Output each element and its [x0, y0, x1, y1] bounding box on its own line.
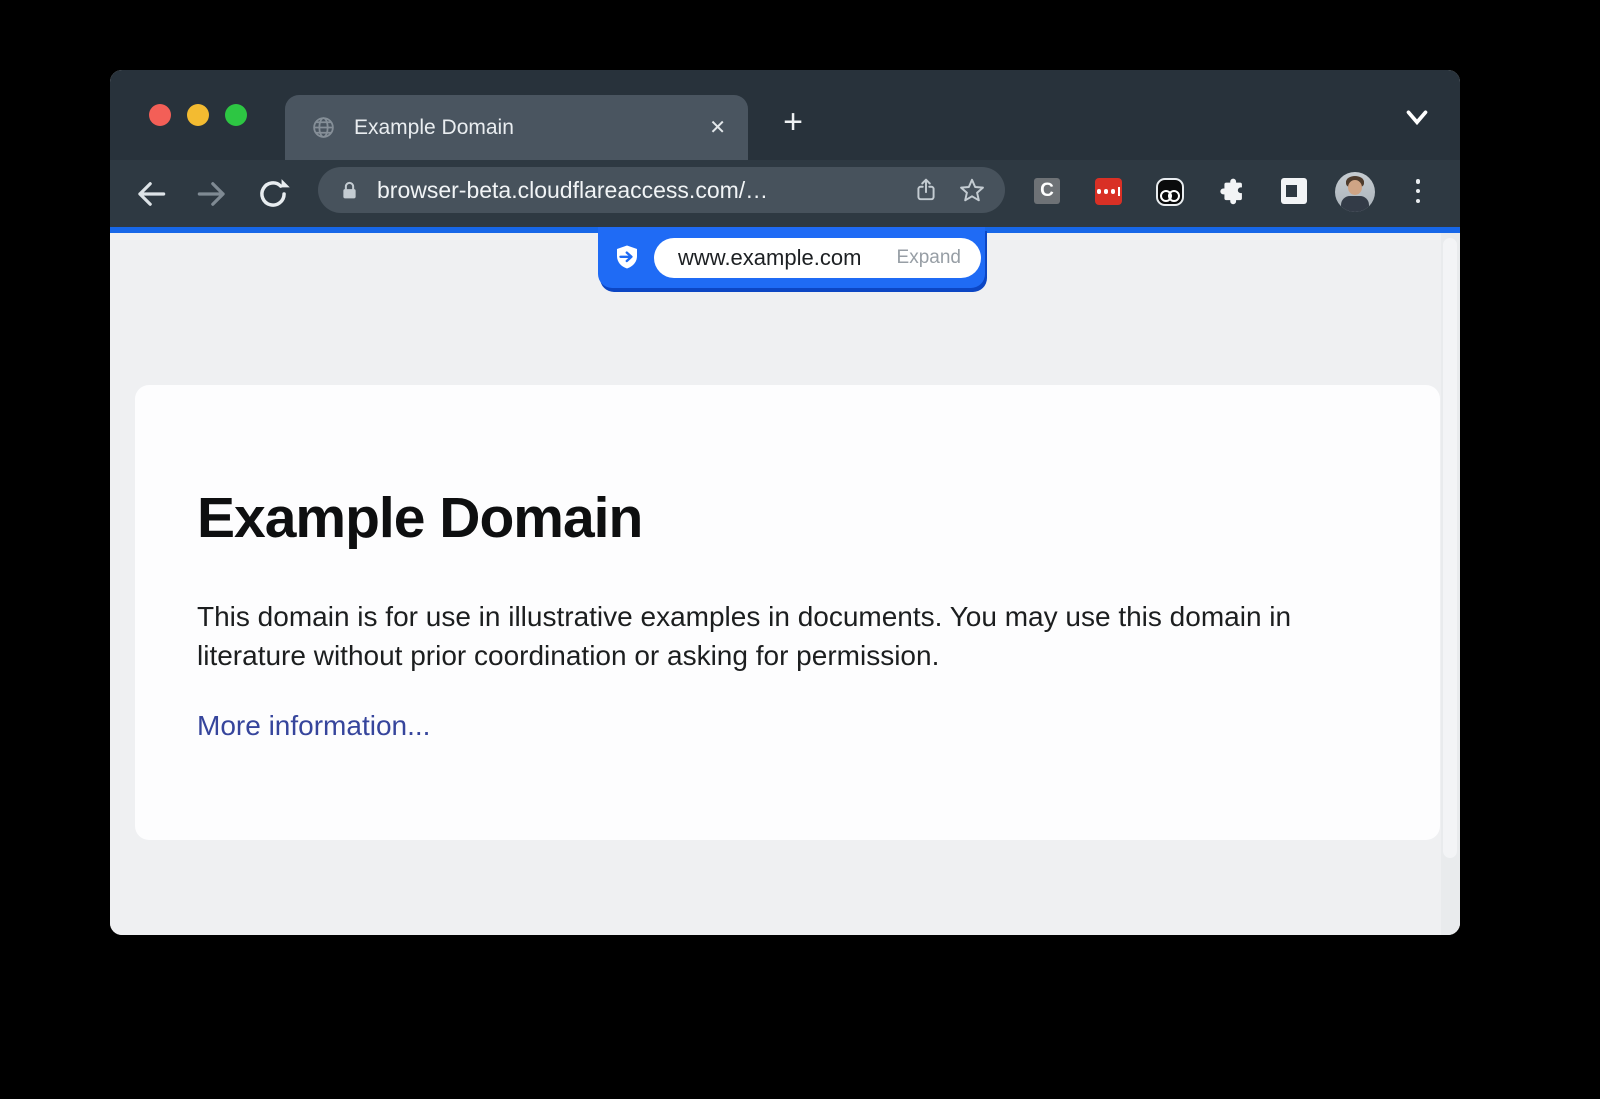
- page-title: Example Domain: [197, 485, 642, 551]
- page-viewport: Example Domain This domain is for use in…: [110, 233, 1460, 935]
- more-information-link[interactable]: More information...: [197, 710, 430, 742]
- toolbar: browser-beta.cloudflareaccess.com/… C: [110, 160, 1460, 227]
- scrollbar-thumb[interactable]: [1443, 238, 1457, 858]
- isolation-domain-pill[interactable]: www.example.com Expand: [654, 238, 981, 278]
- isolated-domain-text: www.example.com: [678, 245, 897, 271]
- minimize-window-button[interactable]: [187, 104, 209, 126]
- tab-title: Example Domain: [354, 116, 709, 140]
- tab-example-domain[interactable]: Example Domain ✕: [285, 95, 748, 160]
- close-window-button[interactable]: [149, 104, 171, 126]
- extension-two-circles-icon[interactable]: [1156, 178, 1184, 206]
- profile-avatar[interactable]: [1335, 172, 1375, 212]
- extension-lastpass-icon[interactable]: [1095, 178, 1122, 205]
- chevron-down-icon[interactable]: [1400, 106, 1434, 130]
- extensions-puzzle-icon[interactable]: [1218, 178, 1246, 206]
- share-icon[interactable]: [913, 177, 939, 203]
- side-panel-icon[interactable]: [1281, 178, 1307, 204]
- new-tab-button[interactable]: +: [773, 103, 813, 143]
- zoom-window-button[interactable]: [225, 104, 247, 126]
- browser-menu-kebab-icon[interactable]: [1410, 177, 1426, 205]
- shield-arrow-icon: [612, 243, 642, 273]
- back-icon[interactable]: [132, 175, 170, 213]
- browser-window: Example Domain ✕ +: [110, 70, 1460, 935]
- body-paragraph: This domain is for use in illustrative e…: [197, 597, 1357, 675]
- desktop-background: Example Domain ✕ +: [0, 0, 1600, 1099]
- extension-clickup-icon[interactable]: C: [1034, 178, 1060, 204]
- bookmark-star-icon[interactable]: [959, 177, 985, 203]
- address-bar[interactable]: browser-beta.cloudflareaccess.com/…: [318, 167, 1005, 213]
- expand-button[interactable]: Expand: [897, 247, 961, 269]
- scrollbar-track[interactable]: [1441, 233, 1460, 935]
- tab-close-icon[interactable]: ✕: [709, 115, 726, 140]
- tab-strip: Example Domain ✕ +: [110, 70, 1460, 160]
- lock-icon[interactable]: [338, 179, 361, 202]
- forward-icon[interactable]: [193, 175, 231, 213]
- reload-icon[interactable]: [254, 175, 292, 213]
- isolation-banner[interactable]: www.example.com Expand: [598, 227, 985, 288]
- globe-favicon-icon: [311, 115, 336, 140]
- url-text: browser-beta.cloudflareaccess.com/…: [377, 177, 913, 204]
- content-card: Example Domain This domain is for use in…: [135, 385, 1440, 840]
